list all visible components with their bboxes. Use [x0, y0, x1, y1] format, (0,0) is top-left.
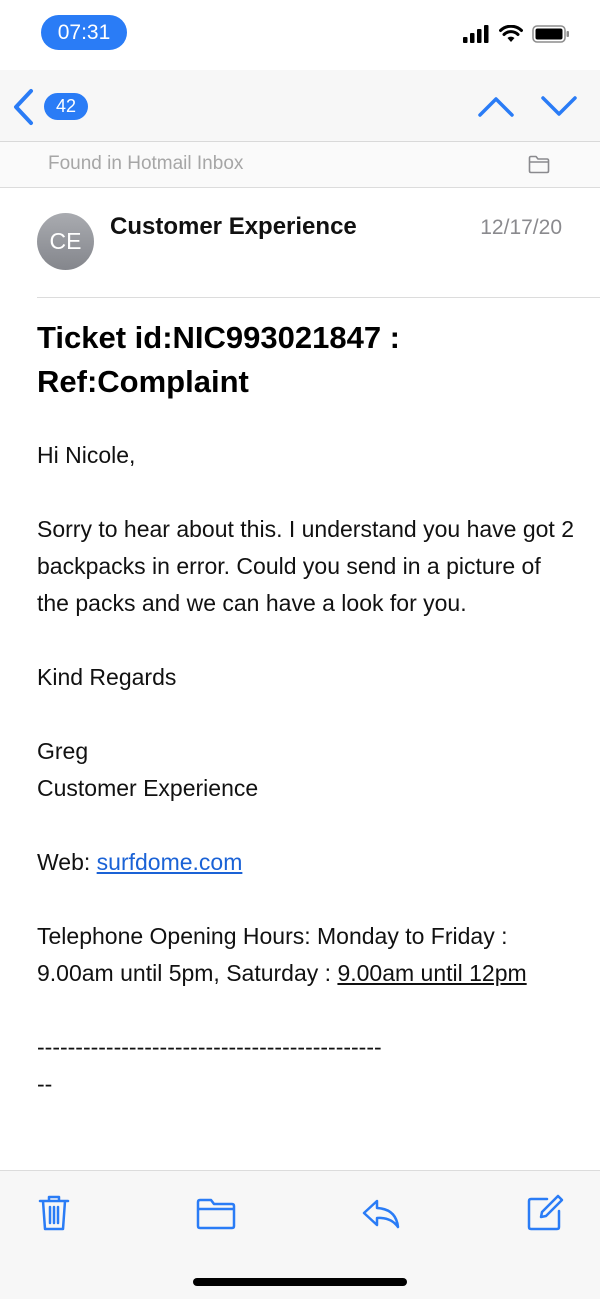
web-label: Web: [37, 849, 97, 875]
separator-line: ----------------------------------------… [37, 1034, 382, 1097]
nav-bar: 42 [0, 70, 600, 142]
wifi-icon [499, 25, 523, 42]
status-time: 07:31 [41, 15, 127, 50]
hours-line: Telephone Opening Hours: Monday to Frida… [37, 918, 577, 992]
battery-icon [532, 25, 569, 43]
folder-move-icon[interactable] [196, 1193, 236, 1233]
up-arrow-icon[interactable] [477, 88, 515, 124]
body-paragraph: Sorry to hear about this. I understand y… [37, 516, 575, 616]
greeting: Hi Nicole, [37, 442, 136, 468]
found-in-label: Found in Hotmail Inbox [48, 153, 244, 174]
compose-icon[interactable] [525, 1193, 565, 1233]
status-icons [463, 24, 570, 44]
signature-name: Greg [37, 738, 89, 764]
sender-avatar: CE [37, 213, 94, 270]
home-indicator[interactable] [193, 1278, 407, 1286]
found-in-bar: Found in Hotmail Inbox [0, 142, 600, 187]
sender-name[interactable]: Customer Experience [110, 213, 357, 241]
message-date: 12/17/20 [480, 216, 562, 239]
header-divider [37, 297, 600, 298]
web-line: Web: surfdome.com [37, 844, 577, 881]
reply-icon[interactable] [361, 1193, 401, 1233]
signature-dept: Customer Experience [37, 775, 259, 801]
unread-count-badge[interactable]: 42 [44, 93, 88, 120]
signal-icon [463, 25, 489, 43]
trash-icon[interactable] [34, 1193, 74, 1233]
folder-icon[interactable] [528, 154, 550, 174]
bottom-toolbar [0, 1170, 600, 1299]
website-link[interactable]: surfdome.com [97, 849, 243, 875]
down-arrow-icon[interactable] [540, 88, 578, 124]
found-divider [0, 187, 600, 188]
message-subject: Ticket id:NIC993021847 : Ref:Complaint [37, 320, 401, 399]
back-chevron-icon[interactable] [10, 88, 38, 126]
message-body: Hi Nicole, Sorry to hear about this. I u… [37, 437, 577, 1140]
hours-detected-link[interactable]: 9.00am until 12pm [337, 960, 526, 986]
sign-off: Kind Regards [37, 664, 177, 690]
signature: Greg Customer Experience [37, 733, 577, 807]
